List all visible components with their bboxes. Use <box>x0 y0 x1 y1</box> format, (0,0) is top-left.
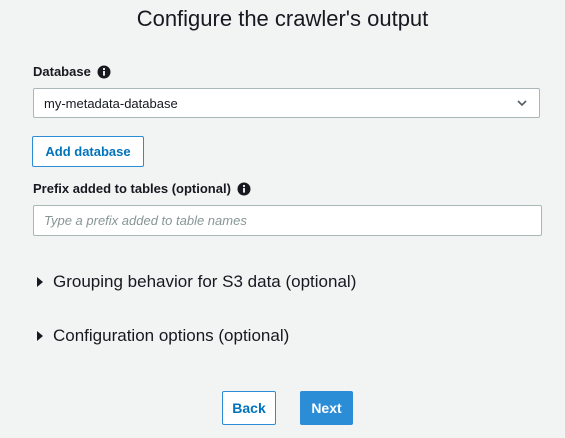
database-label: Database <box>33 64 91 79</box>
add-database-button[interactable]: Add database <box>32 136 144 167</box>
configuration-options-label: Configuration options (optional) <box>53 326 290 345</box>
chevron-down-icon <box>515 96 529 110</box>
page-title: Configure the crawler's output <box>136 6 429 31</box>
grouping-behavior-label: Grouping behavior for S3 data (optional) <box>53 272 357 291</box>
grouping-behavior-expander[interactable]: Grouping behavior for S3 data (optional) <box>37 272 356 292</box>
prefix-label-row: Prefix added to tables (optional) <box>33 181 251 196</box>
database-select[interactable]: my-metadata-database <box>33 88 540 118</box>
database-label-row: Database <box>33 64 111 79</box>
next-button[interactable]: Next <box>300 391 353 425</box>
database-select-value: my-metadata-database <box>44 95 178 111</box>
caret-right-icon <box>37 331 43 341</box>
caret-right-icon <box>37 277 43 287</box>
back-button[interactable]: Back <box>222 391 276 425</box>
info-icon[interactable] <box>237 182 251 196</box>
prefix-input[interactable] <box>33 205 542 236</box>
prefix-label: Prefix added to tables (optional) <box>33 181 231 196</box>
configuration-options-expander[interactable]: Configuration options (optional) <box>37 326 289 346</box>
info-icon[interactable] <box>97 65 111 79</box>
